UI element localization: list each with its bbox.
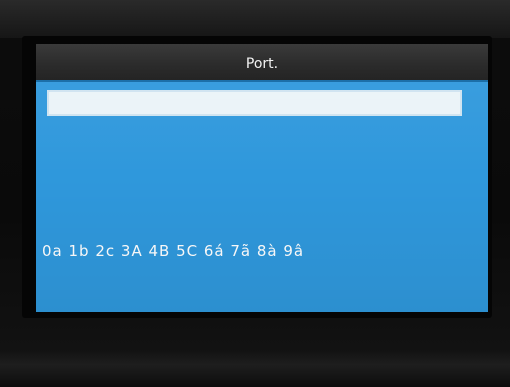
port-input[interactable]: [47, 90, 462, 116]
page-title: Port.: [245, 56, 279, 72]
device-bezel-bottom: [0, 350, 510, 387]
screen-glare: [36, 82, 488, 312]
device-screen: Port. 0a 1b 2c 3A 4B 5C 6á 7ã 8à 9â: [36, 44, 488, 312]
title-bar: Port.: [36, 44, 488, 82]
device-bezel-top: [0, 0, 510, 38]
character-input-hint: 0a 1b 2c 3A 4B 5C 6á 7ã 8à 9â: [42, 242, 305, 260]
device-photo: Port. 0a 1b 2c 3A 4B 5C 6á 7ã 8à 9â: [0, 0, 510, 387]
